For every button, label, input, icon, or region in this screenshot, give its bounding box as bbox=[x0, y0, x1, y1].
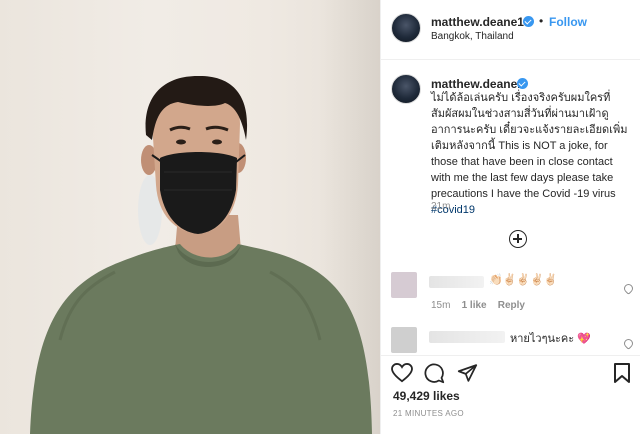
comment-text: 👏🏻✌🏻✌🏻✌🏻✌🏻 bbox=[489, 274, 558, 286]
caption-author-avatar[interactable] bbox=[391, 74, 421, 104]
comment-reply-button[interactable]: Reply bbox=[498, 300, 525, 311]
author-avatar[interactable] bbox=[391, 13, 421, 43]
commenter-username-blurred[interactable] bbox=[429, 276, 484, 288]
commenter-avatar[interactable] bbox=[391, 327, 417, 353]
separator-dot: • bbox=[539, 14, 544, 28]
post-header: matthew.deane1 • Follow Bangkok, Thailan… bbox=[381, 0, 640, 60]
verified-badge-icon bbox=[517, 78, 528, 89]
commenter-username-blurred[interactable] bbox=[429, 331, 505, 343]
comment-heart-icon[interactable] bbox=[622, 282, 635, 295]
comment-icon[interactable] bbox=[424, 363, 445, 384]
likes-count[interactable]: 49,429 likes bbox=[393, 389, 460, 403]
comment-likes[interactable]: 1 like bbox=[462, 300, 487, 311]
commenter-avatar[interactable] bbox=[391, 272, 417, 298]
plus-circle-icon[interactable] bbox=[509, 230, 527, 248]
paper-plane-icon[interactable] bbox=[457, 363, 478, 383]
comment-time[interactable]: 15m bbox=[431, 300, 450, 311]
post-location[interactable]: Bangkok, Thailand bbox=[431, 31, 514, 42]
follow-button[interactable]: Follow bbox=[549, 15, 587, 29]
comment-item: 👏🏻✌🏻✌🏻✌🏻✌🏻 15m 1 like Reply bbox=[381, 270, 640, 320]
caption-timestamp[interactable]: 21m bbox=[431, 201, 450, 212]
author-username[interactable]: matthew.deane1 bbox=[431, 15, 524, 29]
bookmark-icon[interactable] bbox=[613, 362, 631, 384]
caption-author-username[interactable]: matthew.deane1 bbox=[431, 77, 524, 91]
post-side-panel: matthew.deane1 • Follow Bangkok, Thailan… bbox=[380, 0, 640, 434]
post-timestamp[interactable]: 21 MINUTES AGO bbox=[393, 409, 464, 418]
caption-text: ไม่ได้ล้อเล่นครับ เรื่องจริงครับผมใครที่… bbox=[431, 90, 635, 218]
man-in-mask-image bbox=[30, 75, 372, 434]
comment-meta: 15m 1 like Reply bbox=[431, 300, 525, 311]
heart-icon[interactable] bbox=[391, 363, 413, 383]
post-photo[interactable] bbox=[0, 0, 380, 434]
comment-heart-icon[interactable] bbox=[622, 337, 635, 350]
verified-badge-icon bbox=[523, 16, 534, 27]
post-action-bar bbox=[381, 355, 640, 385]
comment-text: หายไวๆนะคะ 💖 bbox=[510, 333, 591, 345]
